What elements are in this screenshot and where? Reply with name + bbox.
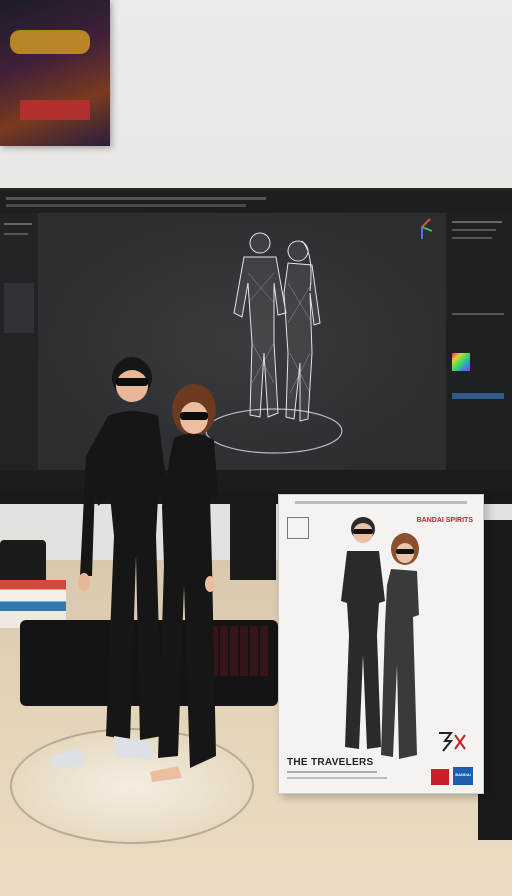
box-illustration	[341, 517, 419, 759]
app-menubar	[0, 191, 512, 214]
bandai-logo-text: BANDAI	[455, 772, 471, 777]
app-outliner-panel	[0, 213, 38, 470]
gizmo-axes-icon	[421, 218, 433, 239]
product-box: BANDAI SPIRITS THE TRAVELERS BANDAI	[278, 494, 484, 794]
box-title: THE TRAVELERS	[287, 757, 374, 768]
couple-figure	[50, 357, 218, 782]
bandai-logo: BANDAI	[453, 767, 473, 785]
speaker	[0, 540, 46, 584]
wall-poster	[0, 0, 110, 146]
series-logo-icon	[439, 732, 466, 752]
app-properties-panel	[446, 213, 512, 470]
box-emblem-icon	[287, 517, 309, 539]
sunglasses-icon	[116, 378, 148, 386]
tamashii-logo-icon	[431, 769, 449, 785]
color-picker-icon	[452, 353, 470, 371]
